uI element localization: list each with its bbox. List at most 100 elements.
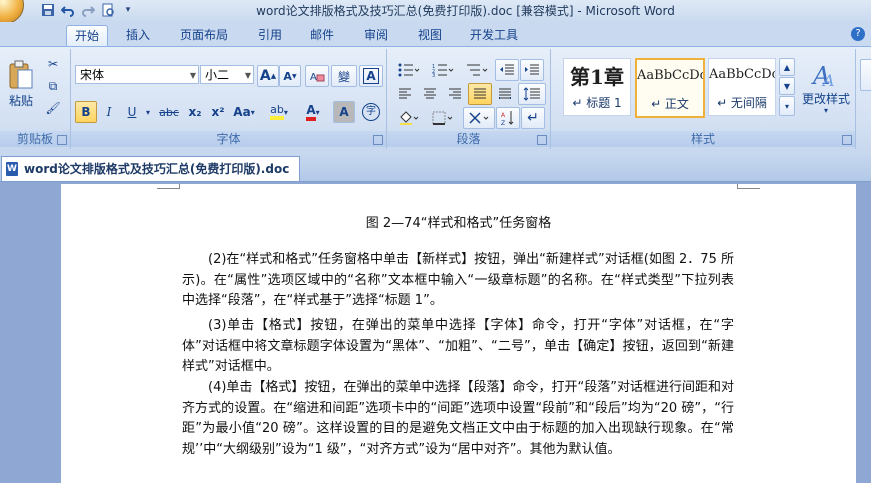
- multilevel-list-button[interactable]: [461, 59, 493, 81]
- tab-page-layout[interactable]: 页面布局: [174, 25, 234, 45]
- shrink-font-button[interactable]: A ▼: [279, 65, 301, 87]
- tab-home[interactable]: 开始: [66, 25, 108, 46]
- document-tab-bar: W word论文排版格式及技巧汇总(免费打印版).doc: [0, 153, 871, 182]
- char-shading-button[interactable]: A: [333, 101, 355, 123]
- underline-button[interactable]: U: [121, 101, 143, 123]
- asian-layout-button[interactable]: [463, 107, 495, 129]
- sort-icon: AZ: [501, 111, 514, 126]
- svg-text:A: A: [501, 112, 506, 119]
- borders-icon: [432, 111, 453, 125]
- italic-button[interactable]: I: [98, 101, 120, 123]
- style-no-spacing-sample: AaBbCcDc: [709, 67, 776, 82]
- enclose-chars-button[interactable]: 字: [359, 101, 383, 123]
- editing-group: [856, 49, 871, 149]
- subscript-button[interactable]: x₂: [184, 101, 206, 123]
- figure-caption: 图 2—74“样式和格式”任务窗格: [365, 216, 552, 231]
- document-tab-label: word论文排版格式及技巧汇总(免费打印版).doc: [24, 162, 290, 176]
- font-launcher[interactable]: [373, 135, 383, 145]
- tab-mailings[interactable]: 邮件: [302, 25, 342, 45]
- underline-dropdown-icon[interactable]: ▾: [143, 101, 153, 123]
- font-name-value: 宋体: [80, 68, 105, 82]
- word-doc-icon: W: [6, 162, 18, 176]
- document-workspace: 图 2—74“样式和格式”任务窗格 (2)在“样式和格式”任务窗格中单击【新样式…: [0, 182, 871, 483]
- paragraph-launcher[interactable]: [537, 135, 547, 145]
- align-right-icon: [449, 88, 461, 99]
- font-group: 宋体 ▼ 小二 ▼ A ▲ A ▼ A 變 A B I U ▾ abc x₂ x² …: [71, 49, 387, 149]
- justify-icon: [474, 88, 486, 99]
- styles-group: 第1章 ↵ 标题 1 AaBbCcDc ↵ 正文 AaBbCcDc ↵ 无间隔 …: [551, 49, 856, 149]
- align-left-icon: [399, 88, 411, 99]
- enclose-chars-icon: 字: [362, 103, 380, 121]
- borders-button[interactable]: [427, 107, 459, 129]
- styles-scroll-down-icon[interactable]: ▼: [779, 77, 795, 95]
- phonetic-guide-icon: 變: [337, 69, 350, 84]
- line-spacing-icon: [523, 87, 540, 101]
- strikethrough-button[interactable]: abc: [155, 101, 183, 123]
- chevron-down-icon: ▾: [283, 107, 288, 117]
- title-bar: ▾ word论文排版格式及技巧汇总(免费打印版).doc [兼容模式] - Mi…: [0, 0, 871, 24]
- highlighter-icon: ab: [270, 104, 284, 120]
- styles-more-icon[interactable]: ▾: [779, 96, 795, 116]
- align-right-button[interactable]: [443, 83, 467, 105]
- style-no-spacing[interactable]: AaBbCcDc ↵ 无间隔: [708, 58, 776, 116]
- tab-view[interactable]: 视图: [410, 25, 450, 45]
- clear-formatting-button[interactable]: A: [305, 65, 329, 87]
- document-tab[interactable]: W word论文排版格式及技巧汇总(免费打印版).doc: [1, 156, 301, 181]
- highlight-button[interactable]: ab ▾: [263, 101, 295, 123]
- paste-button[interactable]: 粘贴: [3, 53, 39, 115]
- phonetic-guide-button[interactable]: 變: [331, 65, 357, 87]
- style-normal-sample: AaBbCcDc: [637, 68, 705, 83]
- change-styles-icon: AA: [811, 62, 835, 90]
- font-size-combo[interactable]: 小二 ▼: [200, 65, 254, 84]
- document-page[interactable]: 图 2—74“样式和格式”任务窗格 (2)在“样式和格式”任务窗格中单击【新样式…: [61, 184, 856, 483]
- font-size-value: 小二: [205, 68, 230, 82]
- style-no-spacing-name: ↵ 无间隔: [717, 96, 767, 110]
- align-center-button[interactable]: [418, 83, 442, 105]
- clipboard-launcher[interactable]: [57, 135, 67, 145]
- line-spacing-button[interactable]: [518, 83, 546, 105]
- decrease-indent-button[interactable]: [495, 59, 519, 81]
- help-icon[interactable]: ?: [851, 27, 865, 41]
- bullets-button[interactable]: [393, 59, 425, 81]
- numbering-button[interactable]: 123: [427, 59, 459, 81]
- copy-icon[interactable]: ⧉: [42, 75, 64, 97]
- tab-insert[interactable]: 插入: [118, 25, 158, 45]
- align-left-button[interactable]: [393, 83, 417, 105]
- asian-layout-icon: [469, 112, 489, 124]
- increase-indent-button[interactable]: [520, 59, 544, 81]
- font-name-combo[interactable]: 宋体 ▼: [75, 65, 199, 84]
- grow-font-icon: A: [259, 68, 271, 84]
- tab-review[interactable]: 审阅: [356, 25, 396, 45]
- chevron-down-icon: ▼: [244, 71, 251, 80]
- change-case-button[interactable]: Aa ▾: [230, 101, 258, 123]
- tab-developer[interactable]: 开发工具: [464, 25, 524, 45]
- shrink-font-icon: A: [283, 69, 292, 83]
- font-color-button[interactable]: A ▾: [297, 101, 329, 123]
- justify-button[interactable]: [468, 83, 492, 105]
- tab-references[interactable]: 引用: [250, 25, 290, 45]
- svg-text:Z: Z: [501, 120, 505, 126]
- svg-text:3: 3: [432, 73, 435, 77]
- find-icon[interactable]: [860, 59, 871, 91]
- style-heading1[interactable]: 第1章 ↵ 标题 1: [563, 58, 631, 116]
- change-styles-button[interactable]: AA 更改样式 ▾: [797, 55, 855, 119]
- paragraph-mark-icon: ↵: [527, 110, 539, 126]
- svg-text:A: A: [821, 71, 835, 90]
- superscript-button[interactable]: x²: [207, 101, 229, 123]
- char-border-button[interactable]: A: [359, 65, 383, 87]
- distributed-button[interactable]: [493, 83, 517, 105]
- grow-font-button[interactable]: A ▲: [257, 65, 279, 87]
- style-normal[interactable]: AaBbCcDc ↵ 正文: [635, 58, 705, 118]
- show-marks-button[interactable]: ↵: [521, 107, 545, 129]
- sort-button[interactable]: AZ: [496, 107, 520, 129]
- cut-icon[interactable]: ✂: [42, 53, 64, 75]
- shading-button[interactable]: [393, 107, 425, 129]
- bold-button[interactable]: B: [75, 101, 97, 123]
- styles-scroll-up-icon[interactable]: ▲: [779, 58, 795, 76]
- format-painter-icon[interactable]: 🖌: [42, 97, 64, 119]
- style-normal-name: ↵ 正文: [651, 97, 689, 111]
- font-group-label: 字体: [71, 131, 386, 147]
- styles-launcher[interactable]: [842, 135, 852, 145]
- paragraph-group: 123 A Z ↵ 段落: [387, 49, 551, 149]
- change-case-icon: Aa: [233, 105, 251, 119]
